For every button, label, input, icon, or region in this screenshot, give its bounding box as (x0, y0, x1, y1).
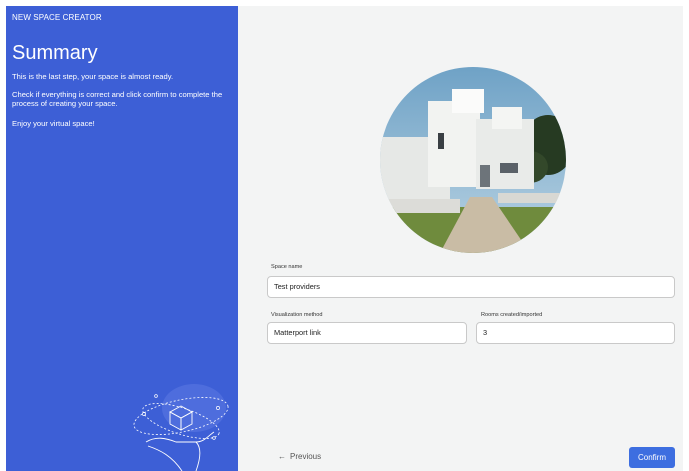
summary-content: Space name Test providers Visualization … (238, 6, 683, 471)
hand-cube-illustration (133, 384, 229, 471)
step-description: This is the last step, your space is alm… (12, 72, 174, 81)
space-photo (380, 67, 566, 253)
house-image (380, 67, 566, 253)
app-title: NEW SPACE CREATOR (12, 13, 102, 22)
sidebar-panel: NEW SPACE CREATOR Summary This is the la… (6, 6, 238, 471)
previous-button[interactable]: ← Previous (278, 452, 321, 461)
rooms-count-label: Rooms created/imported (481, 312, 543, 318)
app-window: NEW SPACE CREATOR Summary This is the la… (0, 0, 689, 471)
visualization-method-field[interactable]: Matterport link (267, 322, 467, 344)
closing-message: Enjoy your virtual space! (12, 119, 95, 128)
visualization-method-label: Visualization method (271, 312, 323, 318)
rooms-count-field[interactable]: 3 (476, 322, 675, 344)
confirm-button[interactable]: Confirm (629, 447, 675, 468)
confirm-instructions: Check if everything is correct and click… (12, 90, 223, 108)
space-name-label: Space name (271, 264, 303, 270)
arrow-left-icon: ← (278, 452, 286, 461)
previous-label: Previous (290, 452, 322, 461)
page-title: Summary (12, 42, 98, 64)
space-name-field[interactable]: Test providers (267, 276, 675, 298)
